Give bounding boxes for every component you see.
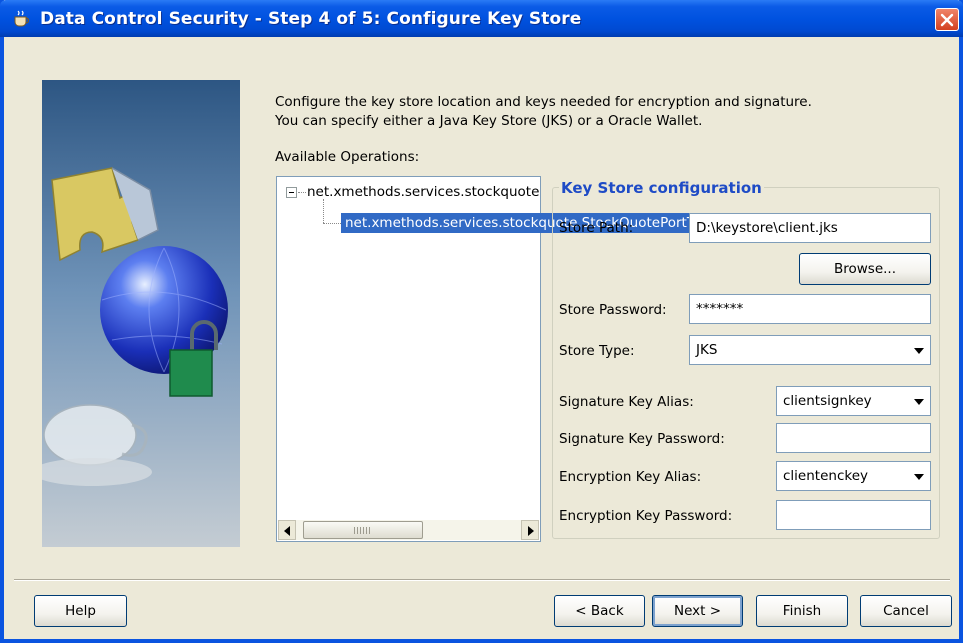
encryption-key-alias-label: Encryption Key Alias: <box>559 469 702 485</box>
footer-separator <box>14 579 950 581</box>
tree-collapse-toggle[interactable] <box>286 187 297 198</box>
store-password-label: Store Password: <box>559 302 667 318</box>
scroll-right-button[interactable] <box>521 520 539 540</box>
back-button[interactable]: < Back <box>554 595 645 627</box>
chevron-down-icon <box>914 399 924 405</box>
signature-key-alias-select[interactable]: clientsignkey <box>776 386 931 416</box>
title-bar[interactable]: Data Control Security - Step 4 of 5: Con… <box>0 0 963 37</box>
wizard-description: Configure the key store location and key… <box>275 93 935 131</box>
horizontal-scrollbar[interactable] <box>278 520 539 540</box>
store-path-input[interactable]: D:\keystore\client.jks <box>689 213 931 243</box>
coffee-cup-icon <box>14 10 30 27</box>
finish-button[interactable]: Finish <box>756 595 848 627</box>
keystore-group-title: Key Store configuration <box>559 178 764 198</box>
cancel-button[interactable]: Cancel <box>860 595 952 627</box>
store-path-label: Store Path: <box>559 220 634 236</box>
scroll-thumb[interactable] <box>303 521 423 539</box>
store-type-value: JKS <box>696 342 718 358</box>
wizard-side-image <box>42 80 240 547</box>
tree-node-service[interactable]: net.xmethods.services.stockquote <box>307 182 539 202</box>
encryption-key-password-label: Encryption Key Password: <box>559 508 733 524</box>
scroll-left-button[interactable] <box>278 520 296 540</box>
store-type-label: Store Type: <box>559 343 635 359</box>
window-title: Data Control Security - Step 4 of 5: Con… <box>40 9 582 29</box>
tree-connector <box>298 192 306 193</box>
close-button[interactable] <box>935 8 959 31</box>
signature-key-alias-value: clientsignkey <box>783 393 872 409</box>
tree-connector <box>323 223 341 224</box>
store-password-input[interactable]: ******* <box>689 294 931 324</box>
description-line-2: You can specify either a Java Key Store … <box>275 113 703 129</box>
coffee-cup <box>43 404 137 466</box>
browse-button[interactable]: Browse... <box>799 253 931 285</box>
next-button[interactable]: Next > <box>652 595 743 627</box>
encryption-key-alias-select[interactable]: clientenckey <box>776 461 931 491</box>
encryption-key-password-input[interactable] <box>776 500 931 530</box>
signature-key-alias-label: Signature Key Alias: <box>559 394 694 410</box>
operations-tree[interactable]: net.xmethods.services.stockquote net.xme… <box>276 176 722 542</box>
help-button[interactable]: Help <box>34 595 127 627</box>
encryption-key-alias-value: clientenckey <box>783 468 868 484</box>
store-type-select[interactable]: JKS <box>689 335 931 365</box>
tree-connector <box>323 199 324 223</box>
chevron-down-icon <box>914 474 924 480</box>
available-operations-label: Available Operations: <box>275 149 420 165</box>
left-arrow-icon <box>284 526 290 536</box>
padlock <box>169 349 213 397</box>
description-line-1: Configure the key store location and key… <box>275 94 812 110</box>
wizard-dialog: Data Control Security - Step 4 of 5: Con… <box>0 0 963 643</box>
security-illustration <box>42 80 240 547</box>
right-arrow-icon <box>528 526 534 536</box>
chevron-down-icon <box>914 348 924 354</box>
signature-key-password-input[interactable] <box>776 423 931 453</box>
close-icon <box>940 13 954 27</box>
signature-key-password-label: Signature Key Password: <box>559 431 725 447</box>
